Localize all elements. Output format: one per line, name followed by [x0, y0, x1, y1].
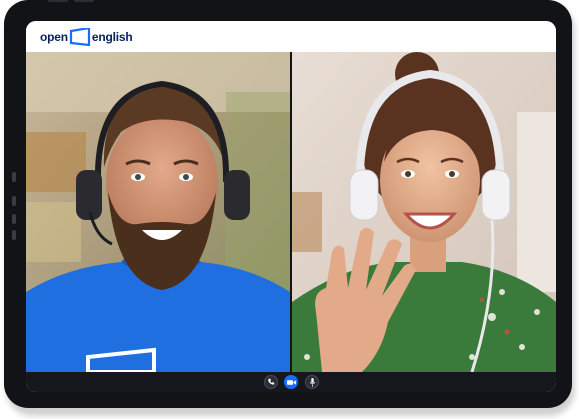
- teacher-video-frame: [26, 52, 290, 372]
- device-top-button: [48, 0, 68, 2]
- logo-window-icon: [69, 26, 91, 47]
- tablet-screen: open english: [26, 21, 556, 392]
- microphone-icon: [309, 377, 315, 387]
- device-side-button: [12, 214, 16, 224]
- video-camera-icon: [286, 379, 296, 385]
- logo-text-english: english: [91, 30, 133, 44]
- phone-icon: [268, 378, 275, 385]
- app-header: open english: [26, 21, 556, 52]
- device-side-button: [12, 230, 16, 240]
- device-top-button: [74, 0, 94, 2]
- student-video-tile: [292, 52, 556, 372]
- teacher-video-tile: [26, 52, 290, 372]
- device-side-button: [12, 196, 16, 206]
- call-controls-bar: [26, 372, 556, 392]
- microphone-toggle-button[interactable]: [305, 375, 319, 389]
- camera-toggle-button[interactable]: [284, 375, 298, 389]
- device-side-button: [12, 172, 16, 182]
- open-english-logo[interactable]: open english: [40, 26, 133, 48]
- end-call-button[interactable]: [264, 375, 278, 389]
- logo-text-open: open: [40, 30, 68, 44]
- student-video-frame: [292, 52, 556, 372]
